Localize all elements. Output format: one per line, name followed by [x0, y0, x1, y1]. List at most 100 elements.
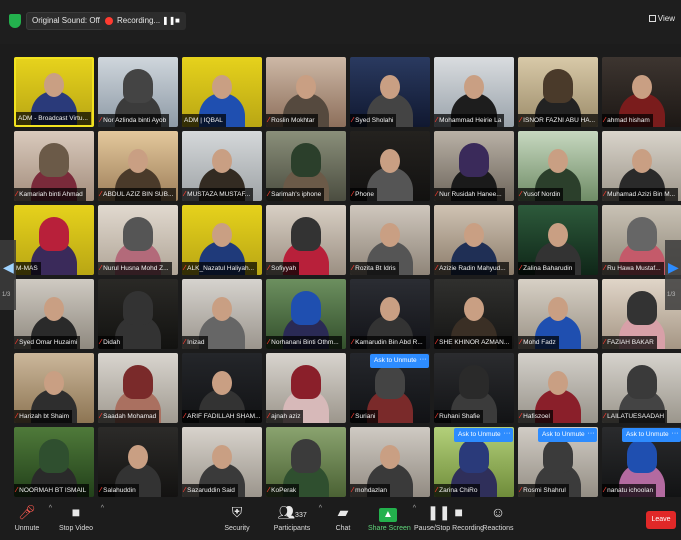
- participant-tile[interactable]: ⁄ Nurul Husna Mohd Z...: [98, 205, 178, 275]
- participant-name-label: ABDUL AZIZ BIN SUB...: [103, 191, 174, 198]
- participant-tile[interactable]: ⁄ Norhanani Binti Othm...: [266, 279, 346, 349]
- participant-name: ⁄ NOORMAH BT ISMAIL: [14, 484, 90, 497]
- participant-tile[interactable]: ⁄ KoPerak: [266, 427, 346, 497]
- participant-name: ⁄ Kamarudin Bin Abd R...: [350, 336, 426, 349]
- view-button[interactable]: View: [648, 14, 675, 23]
- participant-tile[interactable]: ⁄ ISNOR FAZNI ABU HA...: [518, 57, 598, 127]
- chevron-up-icon[interactable]: ^: [49, 505, 52, 512]
- participant-tile[interactable]: ADM - Broadcast Virtu...: [14, 57, 94, 127]
- participant-tile[interactable]: ⁄ Inizad: [182, 279, 262, 349]
- chevron-up-icon[interactable]: ^: [319, 505, 322, 512]
- participant-tile[interactable]: ⁄ ARIF FADILLAH SHAM...: [182, 353, 262, 423]
- participant-tile[interactable]: ⁄ SHE KHINOR AZMAN...: [434, 279, 514, 349]
- participant-tile[interactable]: ⁄ Didah: [98, 279, 178, 349]
- participant-name-label: Kamarudin Bin Abd R...: [355, 339, 423, 346]
- participant-tile[interactable]: ⁄ Kamariah binti Ahmad: [14, 131, 94, 201]
- participant-head: [380, 75, 400, 99]
- muted-mic-icon: ⁄: [436, 487, 438, 494]
- participant-tile[interactable]: ⁄ Nur Rusidah Hanee...: [434, 131, 514, 201]
- participant-name: ⁄ Yusof Nordin: [518, 188, 564, 201]
- participant-tile[interactable]: ⁄ Muhamad Azizi Bin M...: [602, 131, 681, 201]
- participant-head: [44, 297, 64, 321]
- muted-mic-icon: ⁄: [520, 117, 522, 124]
- muted-mic-icon: ⁄: [16, 413, 18, 420]
- more-options-icon[interactable]: ···: [417, 354, 429, 368]
- more-options-icon[interactable]: ···: [585, 428, 597, 442]
- ask-to-unmute-button[interactable]: Ask to Unmute: [538, 428, 589, 442]
- participant-head: [380, 223, 400, 247]
- participant-name: ⁄ Syed Sholahi: [350, 114, 397, 127]
- participant-tile[interactable]: ⁄ Phone: [350, 131, 430, 201]
- participant-name-label: Saadah Mohamad: [103, 413, 157, 420]
- smiley-icon: ☺: [490, 504, 506, 520]
- chat-button[interactable]: ▰ Chat: [333, 499, 353, 539]
- pause-icon[interactable]: ❚❚: [162, 16, 175, 26]
- participant-tile[interactable]: ADM | IQBAL: [182, 57, 262, 127]
- participant-tile[interactable]: Ask to Unmute ··· ⁄ Rosmi Shahrul: [518, 427, 598, 497]
- participant-tile[interactable]: ⁄ ahmad hisham: [602, 57, 681, 127]
- participant-tile[interactable]: ⁄ Azizie Radin Mahyud...: [434, 205, 514, 275]
- participant-tile[interactable]: ⁄ ajnah aziz: [266, 353, 346, 423]
- participant-tile[interactable]: ⁄ ABDUL AZIZ BIN SUB...: [98, 131, 178, 201]
- participant-head: [44, 371, 64, 395]
- participant-tile[interactable]: ⁄ Roslin Mokhtar: [266, 57, 346, 127]
- shield-icon[interactable]: [9, 14, 21, 28]
- video-camera-icon: ■: [71, 504, 81, 520]
- event-banner-logo: [188, 61, 222, 77]
- participant-tile[interactable]: ⁄ ALK_Nazatul Haliyah...: [182, 205, 262, 275]
- participant-name-label: Harizah bt Shaim: [19, 413, 70, 420]
- participant-tile[interactable]: ⁄ Salahuddin: [98, 427, 178, 497]
- share-screen-button[interactable]: ▲ Share Screen ^: [368, 499, 416, 539]
- muted-mic-icon: ⁄: [604, 487, 606, 494]
- participant-tile[interactable]: ⁄ Zalina Baharudin: [518, 205, 598, 275]
- participant-tile[interactable]: ⁄ Sazaruddin Said: [182, 427, 262, 497]
- participant-name-label: ARIF FADILLAH SHAM...: [187, 413, 261, 420]
- participant-tile[interactable]: Ask to Unmute ··· ⁄ Zarina ChiRo: [434, 427, 514, 497]
- participant-tile[interactable]: ⁄ mohdazlan: [350, 427, 430, 497]
- stop-video-button[interactable]: ■ Stop Video ^: [56, 499, 104, 539]
- stop-icon[interactable]: ■: [175, 16, 184, 26]
- muted-mic-icon: ⁄: [268, 265, 270, 272]
- more-options-icon[interactable]: ···: [669, 428, 681, 442]
- participant-head: [212, 445, 232, 469]
- participant-tile[interactable]: ⁄ Ruhani Shafie: [434, 353, 514, 423]
- ask-to-unmute-button[interactable]: Ask to Unmute: [622, 428, 673, 442]
- participant-tile[interactable]: ⁄ Mohd Fadz: [518, 279, 598, 349]
- more-options-icon[interactable]: ···: [501, 428, 513, 442]
- participant-tile[interactable]: ⁄ Harizah bt Shaim: [14, 353, 94, 423]
- participant-tile[interactable]: ⁄ LAILATUESAADAH: [602, 353, 681, 423]
- participant-tile[interactable]: M-MAS: [14, 205, 94, 275]
- reactions-button[interactable]: ☺ Reactions: [482, 499, 514, 539]
- participant-tile[interactable]: ⁄ NOORMAH BT ISMAIL: [14, 427, 94, 497]
- chat-label: Chat: [335, 525, 351, 532]
- leave-button[interactable]: Leave: [646, 511, 676, 529]
- participant-tile[interactable]: ⁄ Syed Omar Huzaimi: [14, 279, 94, 349]
- participant-head: [627, 365, 657, 399]
- ask-to-unmute-button[interactable]: Ask to Unmute: [454, 428, 505, 442]
- participant-tile[interactable]: ⁄ Syed Sholahi: [350, 57, 430, 127]
- participant-tile[interactable]: ⁄ Nor Azlinda binti Ayob: [98, 57, 178, 127]
- participants-button[interactable]: 👥︎337 Participants ^: [270, 499, 322, 539]
- participant-tile[interactable]: ⁄ Hafiszoel: [518, 353, 598, 423]
- participant-tile[interactable]: ⁄ Mohammad Heirie La: [434, 57, 514, 127]
- participant-tile[interactable]: ⁄ Yusof Nordin: [518, 131, 598, 201]
- chevron-up-icon[interactable]: ^: [101, 505, 104, 512]
- participant-tile[interactable]: ⁄ Saadah Mohamad: [98, 353, 178, 423]
- participant-name: ⁄ ajnah aziz: [266, 410, 304, 423]
- next-page-button[interactable]: ▶ 1/3: [665, 240, 681, 310]
- ask-to-unmute-button[interactable]: Ask to Unmute: [370, 354, 421, 368]
- participant-tile[interactable]: Ask to Unmute ··· ⁄ nanatu ichoolan: [602, 427, 681, 497]
- previous-page-button[interactable]: ◀ 1/3: [0, 240, 16, 310]
- participant-tile[interactable]: ⁄ Rozita Bt Idris: [350, 205, 430, 275]
- security-button[interactable]: ⛨ Security: [222, 499, 252, 539]
- participant-tile[interactable]: ⁄ Sarimah's iphone: [266, 131, 346, 201]
- participant-tile[interactable]: ⁄ MUSTAZA MUSTAF...: [182, 131, 262, 201]
- participant-name-label: Syed Omar Huzaimi: [19, 339, 78, 346]
- pause-stop-recording-button[interactable]: ❚❚ ■ Pause/Stop Recording: [414, 499, 484, 539]
- unmute-button[interactable]: 🎤︎ Unmute ^: [10, 499, 52, 539]
- participant-tile[interactable]: ⁄ Sofiyyah: [266, 205, 346, 275]
- participant-tile[interactable]: Ask to Unmute ··· ⁄ Suriani: [350, 353, 430, 423]
- participant-name-label: ADM - Broadcast Virtu...: [18, 115, 88, 122]
- participant-tile[interactable]: ⁄ Kamarudin Bin Abd R...: [350, 279, 430, 349]
- participant-head: [459, 143, 489, 177]
